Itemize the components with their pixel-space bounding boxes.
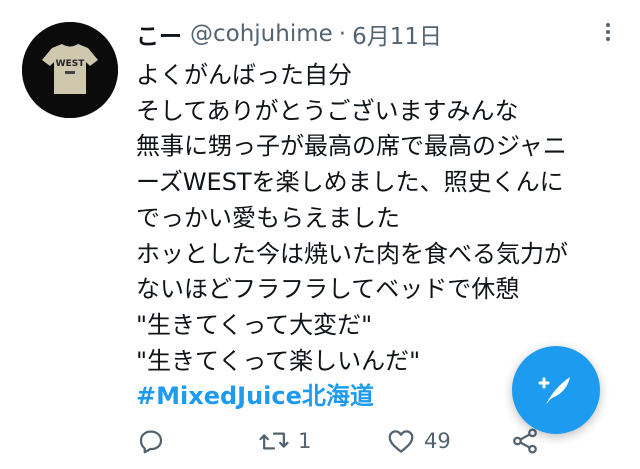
tweet-line: そしてありがとうございますみんな	[136, 96, 519, 125]
tshirt-icon: WEST	[22, 22, 118, 118]
share-icon	[513, 428, 537, 454]
user-handle[interactable]: @cohjuhime	[190, 21, 333, 47]
tweet-date[interactable]: 6月11日	[352, 17, 442, 51]
tweet-line: ないほどフラフラしてベッドで休憩	[136, 275, 520, 304]
tweet-header: こー @cohjuhime · 6月11日	[136, 16, 442, 52]
tweet-line: 無事に甥っ子が最高の席で最高のジャニ	[136, 132, 567, 161]
retweet-icon	[259, 432, 289, 450]
share-button[interactable]	[510, 426, 540, 456]
tweet-line: でっかい愛もらえました	[136, 203, 400, 232]
like-count: 49	[424, 429, 451, 453]
tweet-line: ホッとした今は焼いた肉を食べる気力が	[136, 239, 568, 268]
display-name[interactable]: こー	[136, 17, 182, 51]
avatar[interactable]: WEST	[22, 22, 118, 118]
reply-icon	[139, 430, 163, 454]
retweet-count: 1	[298, 429, 312, 453]
tweet-line: よくがんばった自分	[136, 61, 352, 89]
compose-tweet-icon	[538, 377, 570, 404]
separator-dot: ·	[338, 21, 347, 47]
tweet-line: "生きてくって大変だ"	[136, 310, 373, 339]
reply-button[interactable]	[136, 426, 166, 456]
tweet[interactable]: WEST こー @cohjuhime · 6月11日 よくがんばった自分 そして…	[0, 0, 640, 469]
tweet-line: ーズWESTを楽しめました、照史くんに	[136, 168, 564, 197]
retweet-button[interactable]: 1	[258, 426, 311, 456]
heart-icon	[388, 430, 414, 453]
avatar-shirt-text: WEST	[56, 59, 86, 69]
like-button[interactable]: 49	[386, 426, 451, 456]
more-vertical-icon[interactable]	[598, 18, 618, 46]
compose-tweet-button[interactable]	[512, 346, 600, 434]
